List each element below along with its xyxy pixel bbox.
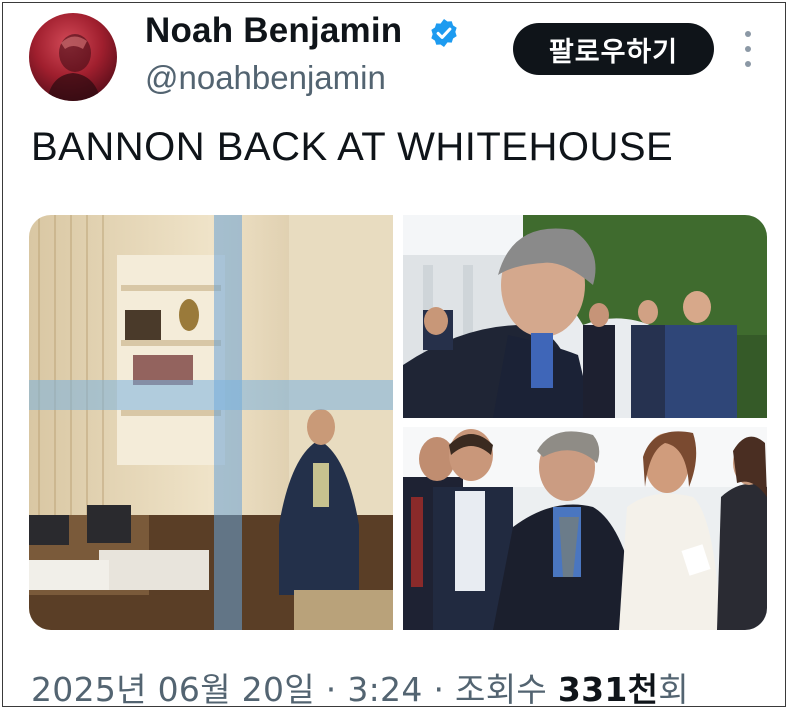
tweet-text: BANNON BACK AT WHITEHOUSE xyxy=(31,125,674,169)
bannon-crowd-photo[interactable] xyxy=(403,427,767,630)
tweet-time[interactable]: 3:24 xyxy=(347,670,422,709)
verified-badge-icon[interactable] xyxy=(428,17,460,49)
tweet-date[interactable]: 2025년 06월 20일 xyxy=(31,670,315,709)
meta-separator: · xyxy=(325,670,337,709)
avatar[interactable] xyxy=(29,13,117,101)
photo-image xyxy=(29,215,393,630)
more-vertical-icon[interactable] xyxy=(736,31,760,67)
dot xyxy=(745,61,751,67)
media-grid xyxy=(29,215,767,630)
views-count[interactable]: 331천 xyxy=(558,670,658,709)
meta-separator: · xyxy=(433,670,445,709)
photo-image xyxy=(403,427,767,630)
user-handle[interactable]: @noahbenjamin xyxy=(145,59,386,97)
follow-button[interactable]: 팔로우하기 xyxy=(513,23,714,75)
bannon-rose-garden-photo[interactable] xyxy=(403,215,767,418)
tweet-meta: 2025년 06월 20일 · 3:24 · 조회수 331천회 xyxy=(31,663,689,711)
dot xyxy=(745,46,751,52)
views-suffix: 회 xyxy=(658,670,689,709)
tweet-card: Noah Benjamin @noahbenjamin 팔로우하기 BANNON… xyxy=(2,2,786,709)
views-label: 조회수 xyxy=(455,670,548,709)
oval-office-window-photo[interactable] xyxy=(29,215,393,630)
display-name[interactable]: Noah Benjamin xyxy=(145,11,402,51)
avatar-image xyxy=(47,34,101,101)
dot xyxy=(745,31,751,37)
photo-image xyxy=(403,215,767,418)
